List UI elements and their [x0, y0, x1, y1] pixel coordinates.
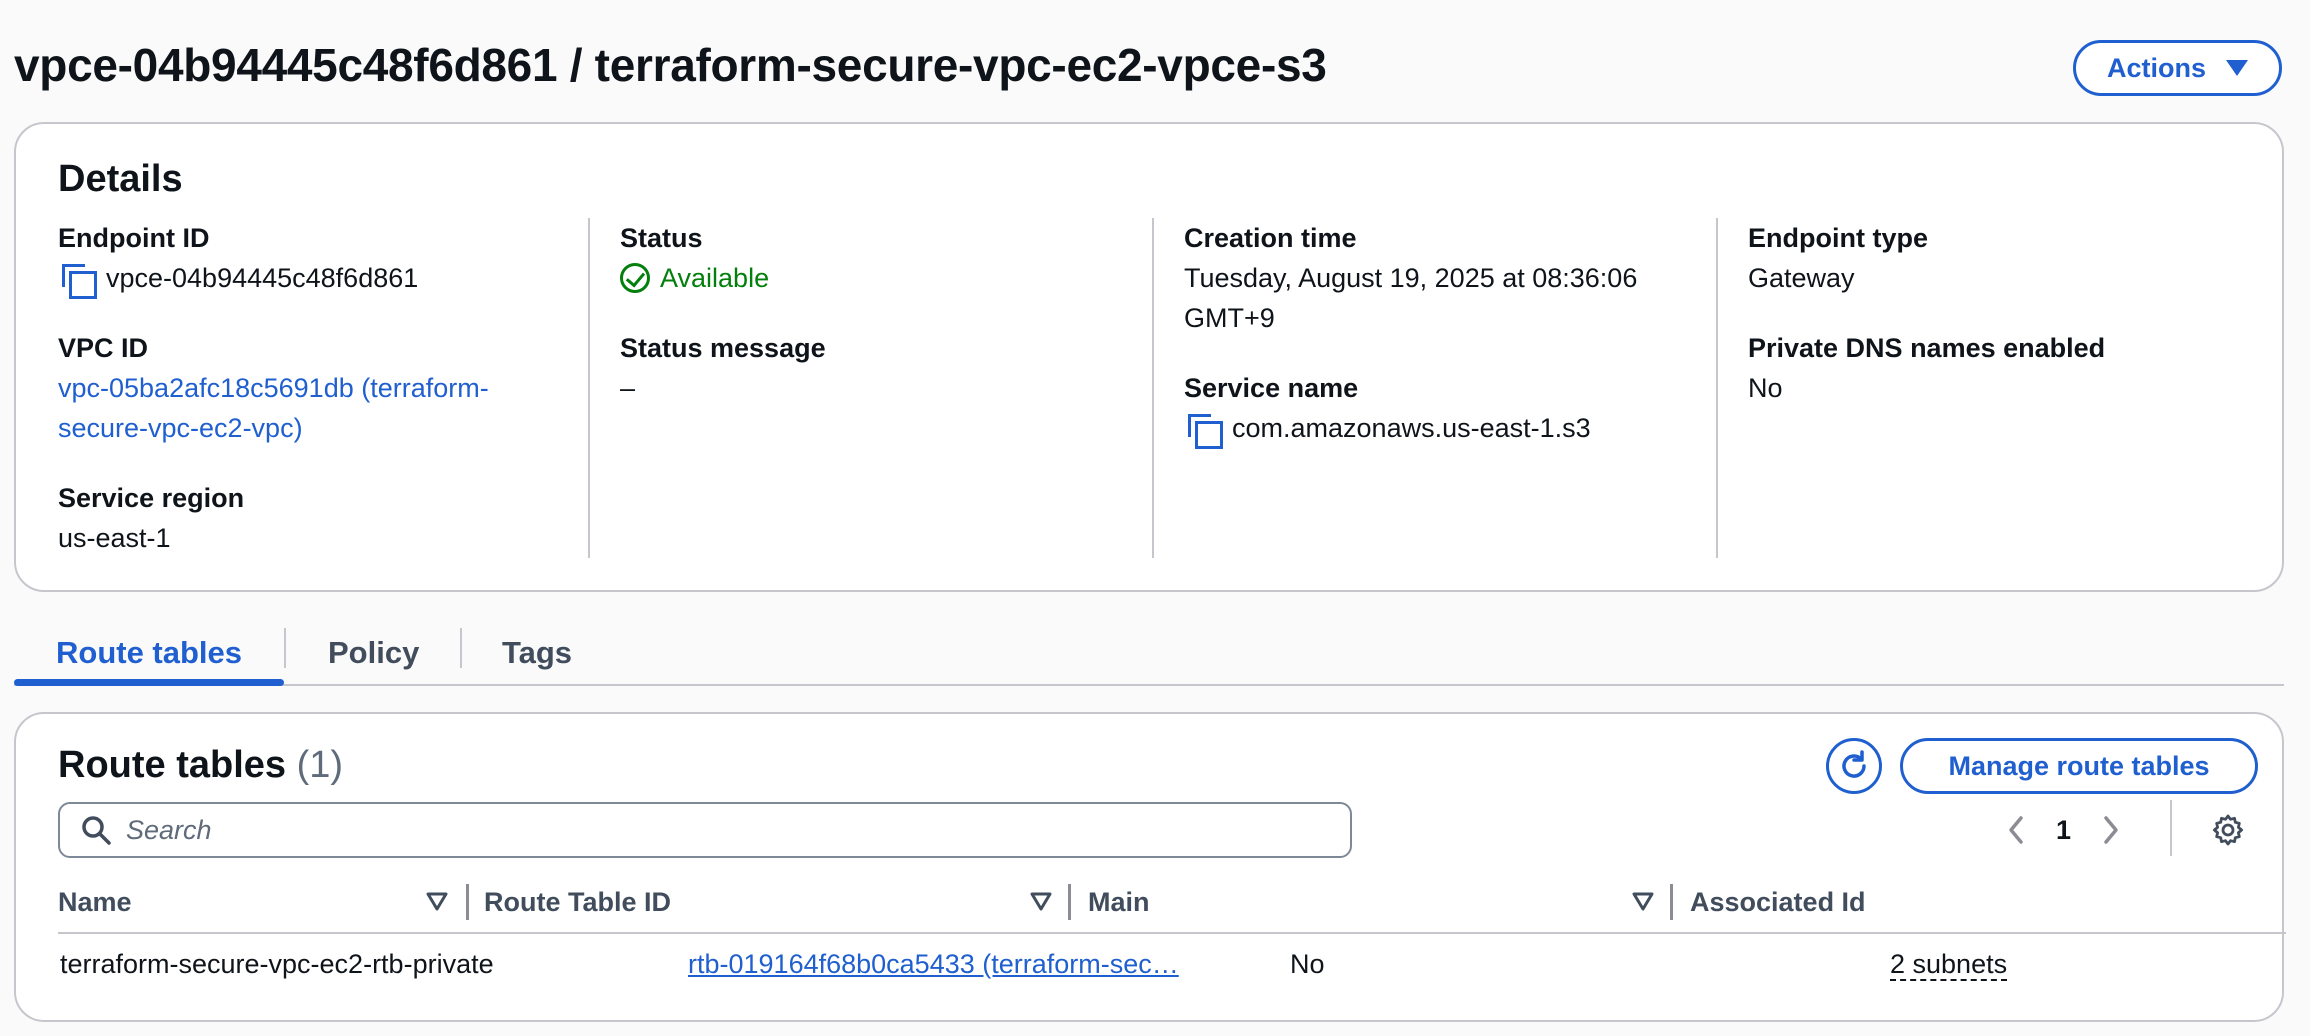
sort-icon[interactable] — [426, 890, 448, 912]
details-column-4: Endpoint type Gateway Private DNS names … — [1748, 218, 2248, 558]
creation-time-value: Tuesday, August 19, 2025 at 08:36:06 GMT… — [1184, 258, 1704, 338]
tab-separator — [284, 628, 286, 668]
route-tables-panel: Route tables (1) Manage route tables 1 N… — [14, 712, 2286, 1022]
caret-down-icon — [2226, 60, 2248, 76]
page-title: vpce-04b94445c48f6d861 / terraform-secur… — [14, 39, 1327, 91]
tab-route-tables[interactable]: Route tables — [56, 620, 242, 686]
endpoint-type-value: Gateway — [1748, 263, 1855, 293]
tab-tags[interactable]: Tags — [502, 620, 572, 686]
vpc-id-link[interactable]: vpc-05ba2afc18c5691db (terraform- secure… — [58, 368, 578, 448]
actions-label: Actions — [2106, 52, 2206, 83]
copy-icon[interactable] — [1184, 410, 1223, 449]
service-region-value: us-east-1 — [58, 523, 171, 553]
column-header-main[interactable]: Main — [1088, 870, 1150, 934]
chevron-right-icon[interactable] — [2101, 814, 2121, 846]
active-tab-indicator — [14, 679, 284, 686]
details-column-2: Status Available Status message – — [620, 218, 1140, 558]
column-header-associated-id[interactable]: Associated Id — [1690, 870, 1866, 934]
page-number[interactable]: 1 — [2056, 815, 2071, 846]
sort-icon[interactable] — [1632, 890, 1654, 912]
status-message-value: – — [620, 373, 636, 403]
refresh-icon — [1842, 750, 1866, 778]
details-title: Details — [58, 158, 183, 200]
private-dns-label: Private DNS names enabled — [1748, 333, 2106, 363]
pager-separator — [2170, 800, 2172, 856]
actions-button[interactable]: Actions — [2073, 40, 2282, 96]
gear-icon[interactable] — [2212, 814, 2244, 846]
search-icon — [82, 816, 111, 845]
column-resizer[interactable] — [1068, 884, 1071, 920]
private-dns-value: No — [1748, 373, 1783, 403]
service-name-value: com.amazonaws.us-east-1.s3 — [1232, 413, 1591, 443]
column-resizer[interactable] — [1670, 884, 1673, 920]
details-column-1: Endpoint ID vpce-04b94445c48f6d861 VPC I… — [58, 218, 578, 558]
status-label: Status — [620, 223, 703, 253]
creation-time-line-2: GMT+9 — [1184, 303, 1275, 333]
tab-bar: Route tables Policy Tags — [14, 620, 2284, 686]
vpc-id-label: VPC ID — [58, 333, 149, 363]
details-column-3: Creation time Tuesday, August 19, 2025 a… — [1184, 218, 1704, 558]
cell-route-table-id-link[interactable]: rtb-019164f68b0ca5433 (terraform-sec… — [688, 944, 1179, 984]
search-box[interactable] — [58, 802, 1352, 858]
tab-policy[interactable]: Policy — [328, 620, 419, 686]
creation-time-line-1: Tuesday, August 19, 2025 at 08:36:06 — [1184, 263, 1638, 293]
column-divider — [1152, 218, 1154, 558]
endpoint-id-value: vpce-04b94445c48f6d861 — [106, 263, 419, 293]
status-text: Available — [660, 263, 770, 293]
service-region-label: Service region — [58, 483, 245, 513]
vpc-id-line-2: secure-vpc-ec2-vpc) — [58, 413, 303, 443]
endpoint-type-label: Endpoint type — [1748, 223, 1928, 253]
status-message-label: Status message — [620, 333, 826, 363]
pagination: 1 — [2006, 802, 2121, 858]
service-name-label: Service name — [1184, 373, 1359, 403]
copy-icon[interactable] — [58, 260, 97, 299]
route-tables-title: Route tables — [58, 744, 287, 786]
endpoint-id-label: Endpoint ID — [58, 223, 210, 253]
column-divider — [588, 218, 590, 558]
associated-id-text: 2 subnets — [1890, 949, 2008, 981]
column-resizer[interactable] — [466, 884, 469, 920]
status-value: Available — [620, 258, 1140, 298]
search-input[interactable] — [126, 814, 1326, 846]
column-header-name[interactable]: Name — [58, 870, 132, 934]
chevron-left-icon[interactable] — [2006, 814, 2026, 846]
details-panel: Details Endpoint ID vpce-04b94445c48f6d8… — [14, 122, 2284, 592]
cell-associated-id[interactable]: 2 subnets — [1890, 944, 2008, 984]
column-divider — [1716, 218, 1718, 558]
route-tables-count: (1) — [296, 744, 344, 786]
cell-name: terraform-secure-vpc-ec2-rtb-private — [60, 949, 494, 979]
sort-icon[interactable] — [1030, 890, 1052, 912]
refresh-button[interactable] — [1826, 738, 1882, 794]
route-tables-heading: Route tables (1) — [58, 744, 343, 787]
check-circle-icon — [620, 263, 650, 293]
vpc-id-line-1: vpc-05ba2afc18c5691db (terraform- — [58, 373, 489, 403]
manage-route-tables-button[interactable]: Manage route tables — [1900, 738, 2258, 794]
table-header: Name Route Table ID Main Associated Id — [58, 870, 2286, 934]
tab-separator — [460, 628, 462, 668]
column-header-route-table-id[interactable]: Route Table ID — [484, 870, 671, 934]
cell-main: No — [1290, 949, 1325, 979]
creation-time-label: Creation time — [1184, 223, 1357, 253]
